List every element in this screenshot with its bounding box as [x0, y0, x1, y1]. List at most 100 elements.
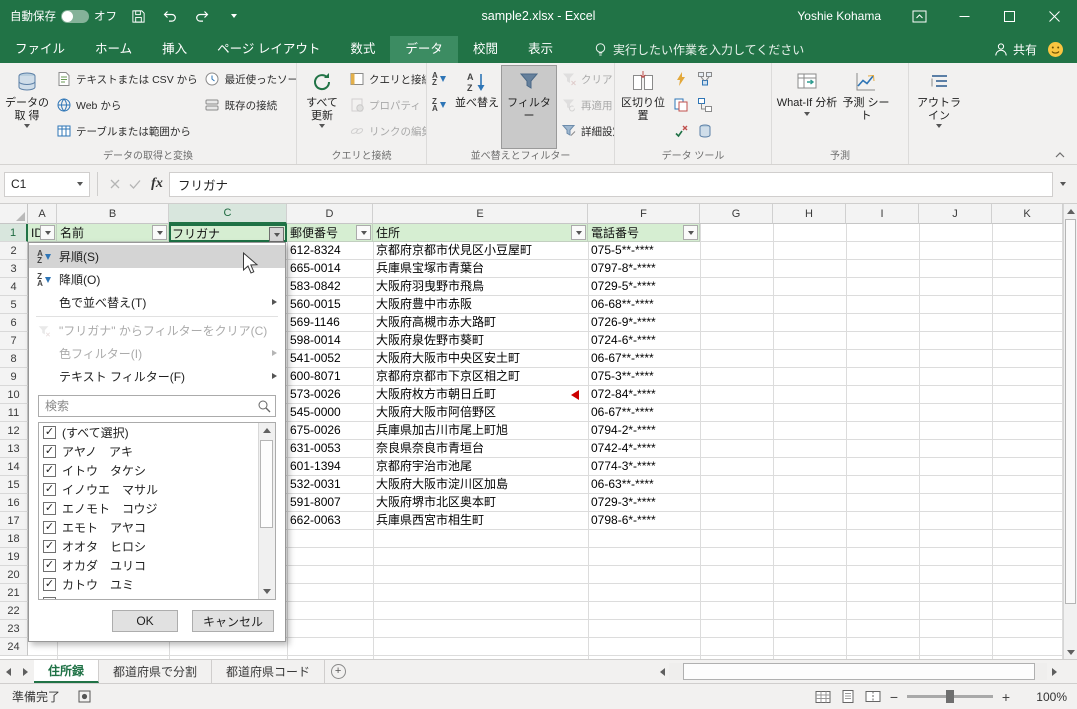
cell-address[interactable]: 兵庫県加古川市尾上町旭	[373, 422, 588, 440]
cell-address[interactable]: 大阪府大阪市阿倍野区	[373, 404, 588, 422]
cell-postal[interactable]: 583-0842	[287, 278, 373, 296]
cell-phone[interactable]: 06-67**-****	[588, 350, 700, 368]
column-header-k[interactable]: K	[992, 204, 1063, 224]
feedback-smiley-icon[interactable]	[1047, 36, 1067, 63]
filter-value-item[interactable]: ✓ (すべて選択)	[39, 423, 258, 442]
cell-address[interactable]: 京都府宇治市池尾	[373, 458, 588, 476]
header-cell-furigana-selected[interactable]: フリガナ	[169, 224, 287, 242]
existing-connections-button[interactable]: 既存の接続	[201, 92, 296, 118]
redo-button[interactable]	[191, 5, 213, 27]
cell-postal[interactable]: 675-0026	[287, 422, 373, 440]
horizontal-scrollbar[interactable]	[655, 663, 1061, 680]
user-name[interactable]: Yoshie Kohama	[797, 9, 881, 23]
cell-postal[interactable]: 560-0015	[287, 296, 373, 314]
cell-phone[interactable]: 0729-5*-****	[588, 278, 700, 296]
scroll-down-button[interactable]	[1064, 645, 1077, 659]
row-header[interactable]: 13	[0, 440, 28, 458]
cell-postal[interactable]: 569-1146	[287, 314, 373, 332]
filter-dropdown-button-open[interactable]	[269, 227, 284, 242]
filter-value-item[interactable]: ✓ カトウ ユミ	[39, 575, 258, 594]
cell-phone[interactable]: 072-84*-****	[588, 386, 700, 404]
column-header-g[interactable]: G	[700, 204, 773, 224]
row-header[interactable]: 19	[0, 548, 28, 566]
cell-address[interactable]: 大阪府大阪市中央区安土町	[373, 350, 588, 368]
filter-button[interactable]: フィルター	[501, 65, 557, 149]
filter-value-item[interactable]: ✓ エモト アヤコ	[39, 518, 258, 537]
cell-postal[interactable]: 662-0063	[287, 512, 373, 530]
filter-dropdown-button[interactable]	[152, 225, 167, 240]
cell-phone[interactable]: 0726-9*-****	[588, 314, 700, 332]
cell-address[interactable]: 大阪府堺市北区奥本町	[373, 494, 588, 512]
zoom-slider[interactable]	[907, 690, 993, 703]
scroll-up-button[interactable]	[259, 423, 275, 438]
formula-input[interactable]: フリガナ	[169, 171, 1053, 197]
tab-insert[interactable]: 挿入	[147, 36, 202, 63]
header-cell-address[interactable]: 住所	[373, 224, 588, 242]
header-cell-phone[interactable]: 電話番号	[588, 224, 700, 242]
page-layout-view-button[interactable]	[835, 686, 860, 707]
refresh-all-button[interactable]: すべて 更新	[299, 65, 345, 149]
formula-bar-expand-button[interactable]	[1053, 172, 1073, 197]
scroll-down-button[interactable]	[259, 584, 275, 599]
sort-descending-button[interactable]: ZA	[429, 92, 453, 118]
menu-sort-by-color[interactable]: 色で並べ替え(T)	[29, 291, 285, 314]
cell-phone[interactable]: 0724-6*-****	[588, 332, 700, 350]
cell-phone[interactable]: 0797-8*-****	[588, 260, 700, 278]
column-header-a[interactable]: A	[28, 204, 57, 224]
share-button[interactable]: 共有	[984, 36, 1047, 63]
column-header-h[interactable]: H	[773, 204, 846, 224]
autosave-toggle[interactable]: 自動保存 オフ	[10, 8, 117, 24]
sheet-nav-left-button[interactable]	[0, 660, 17, 683]
cell-postal[interactable]: 598-0014	[287, 332, 373, 350]
undo-button[interactable]	[159, 5, 181, 27]
scroll-up-button[interactable]	[1064, 204, 1077, 218]
name-box[interactable]: C1	[4, 171, 90, 197]
filter-dropdown-button[interactable]	[40, 225, 55, 240]
row-header[interactable]: 24	[0, 638, 28, 656]
column-header-c[interactable]: C	[169, 204, 287, 224]
scrollbar-thumb[interactable]	[260, 440, 273, 528]
cell-postal[interactable]: 601-1394	[287, 458, 373, 476]
column-header-e[interactable]: E	[373, 204, 588, 224]
forecast-sheet-button[interactable]: 予測 シート	[840, 65, 892, 149]
row-header[interactable]: 6	[0, 314, 28, 332]
cell-postal[interactable]: 573-0026	[287, 386, 373, 404]
row-header[interactable]: 10	[0, 386, 28, 404]
sort-button[interactable]: AZ 並べ替え	[453, 65, 501, 149]
row-header[interactable]: 18	[0, 530, 28, 548]
row-header[interactable]: 8	[0, 350, 28, 368]
from-table-range-button[interactable]: テーブルまたは範囲から	[52, 118, 201, 144]
sheet-tab-todofuken-code[interactable]: 都道府県コード	[212, 660, 326, 683]
cell-postal[interactable]: 545-0000	[287, 404, 373, 422]
filter-dropdown-button[interactable]	[571, 225, 586, 240]
sort-ascending-button[interactable]: AZ	[429, 66, 453, 92]
what-if-analysis-button[interactable]: What-If 分析	[774, 65, 840, 149]
consolidate-button[interactable]	[693, 66, 717, 92]
header-cell-id[interactable]: ID	[28, 224, 57, 242]
filter-value-item[interactable]: ✓ アヤノ アキ	[39, 442, 258, 461]
filter-dropdown-button[interactable]	[356, 225, 371, 240]
row-header[interactable]: 20	[0, 566, 28, 584]
row-header[interactable]: 4	[0, 278, 28, 296]
clear-filter-button[interactable]: クリア	[557, 66, 614, 92]
tab-home[interactable]: ホーム	[80, 36, 147, 63]
menu-color-filter[interactable]: 色フィルター(I)	[29, 342, 285, 365]
cell-phone[interactable]: 06-67**-****	[588, 404, 700, 422]
edit-links-button[interactable]: リンクの編集	[345, 118, 426, 144]
text-to-columns-button[interactable]: 区切り位置	[617, 65, 669, 149]
cell-phone[interactable]: 0798-6*-****	[588, 512, 700, 530]
menu-text-filters[interactable]: テキスト フィルター(F)	[29, 365, 285, 388]
new-sheet-button[interactable]: +	[325, 660, 351, 683]
cell-postal[interactable]: 541-0052	[287, 350, 373, 368]
header-cell-name[interactable]: 名前	[57, 224, 169, 242]
row-header[interactable]: 16	[0, 494, 28, 512]
select-all-corner[interactable]	[0, 204, 28, 224]
filter-value-item[interactable]: ✓ オカダ ユリコ	[39, 556, 258, 575]
cell-address[interactable]: 大阪府泉佐野市葵町	[373, 332, 588, 350]
maximize-button[interactable]	[987, 0, 1032, 32]
cell-phone[interactable]: 0774-3*-****	[588, 458, 700, 476]
filter-dropdown-button[interactable]	[683, 225, 698, 240]
filter-value-item[interactable]: ✓ イトウ タケシ	[39, 461, 258, 480]
filter-value-item-partial[interactable]: ✓	[39, 594, 275, 599]
row-header[interactable]: 17	[0, 512, 28, 530]
